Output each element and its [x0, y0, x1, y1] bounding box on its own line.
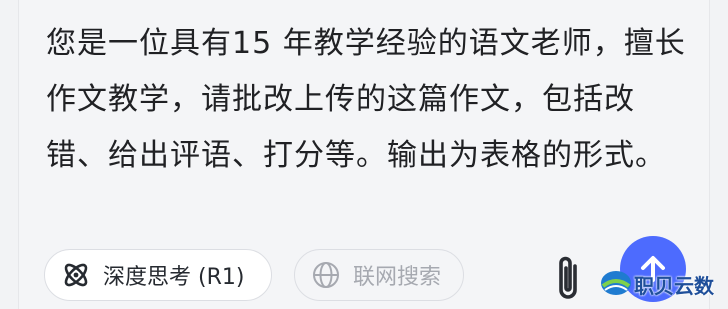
deep-think-toggle[interactable]: 深度思考 (R1): [44, 249, 272, 301]
watermark-logo-icon: [599, 268, 633, 298]
web-search-label: 联网搜索: [353, 265, 442, 290]
paperclip-icon: [559, 256, 577, 299]
atom-icon: [59, 258, 93, 292]
deep-think-label: 深度思考 (R1): [103, 265, 245, 290]
globe-icon: [309, 258, 343, 292]
attach-button[interactable]: [548, 252, 588, 304]
watermark-brand: 职贝云数: [634, 274, 714, 298]
prompt-text[interactable]: 您是一位具有15 年教学经验的语文老师，擅长作文教学，请批改上传的这篇作文，包括…: [46, 16, 696, 184]
web-search-toggle[interactable]: 联网搜索: [294, 249, 464, 301]
